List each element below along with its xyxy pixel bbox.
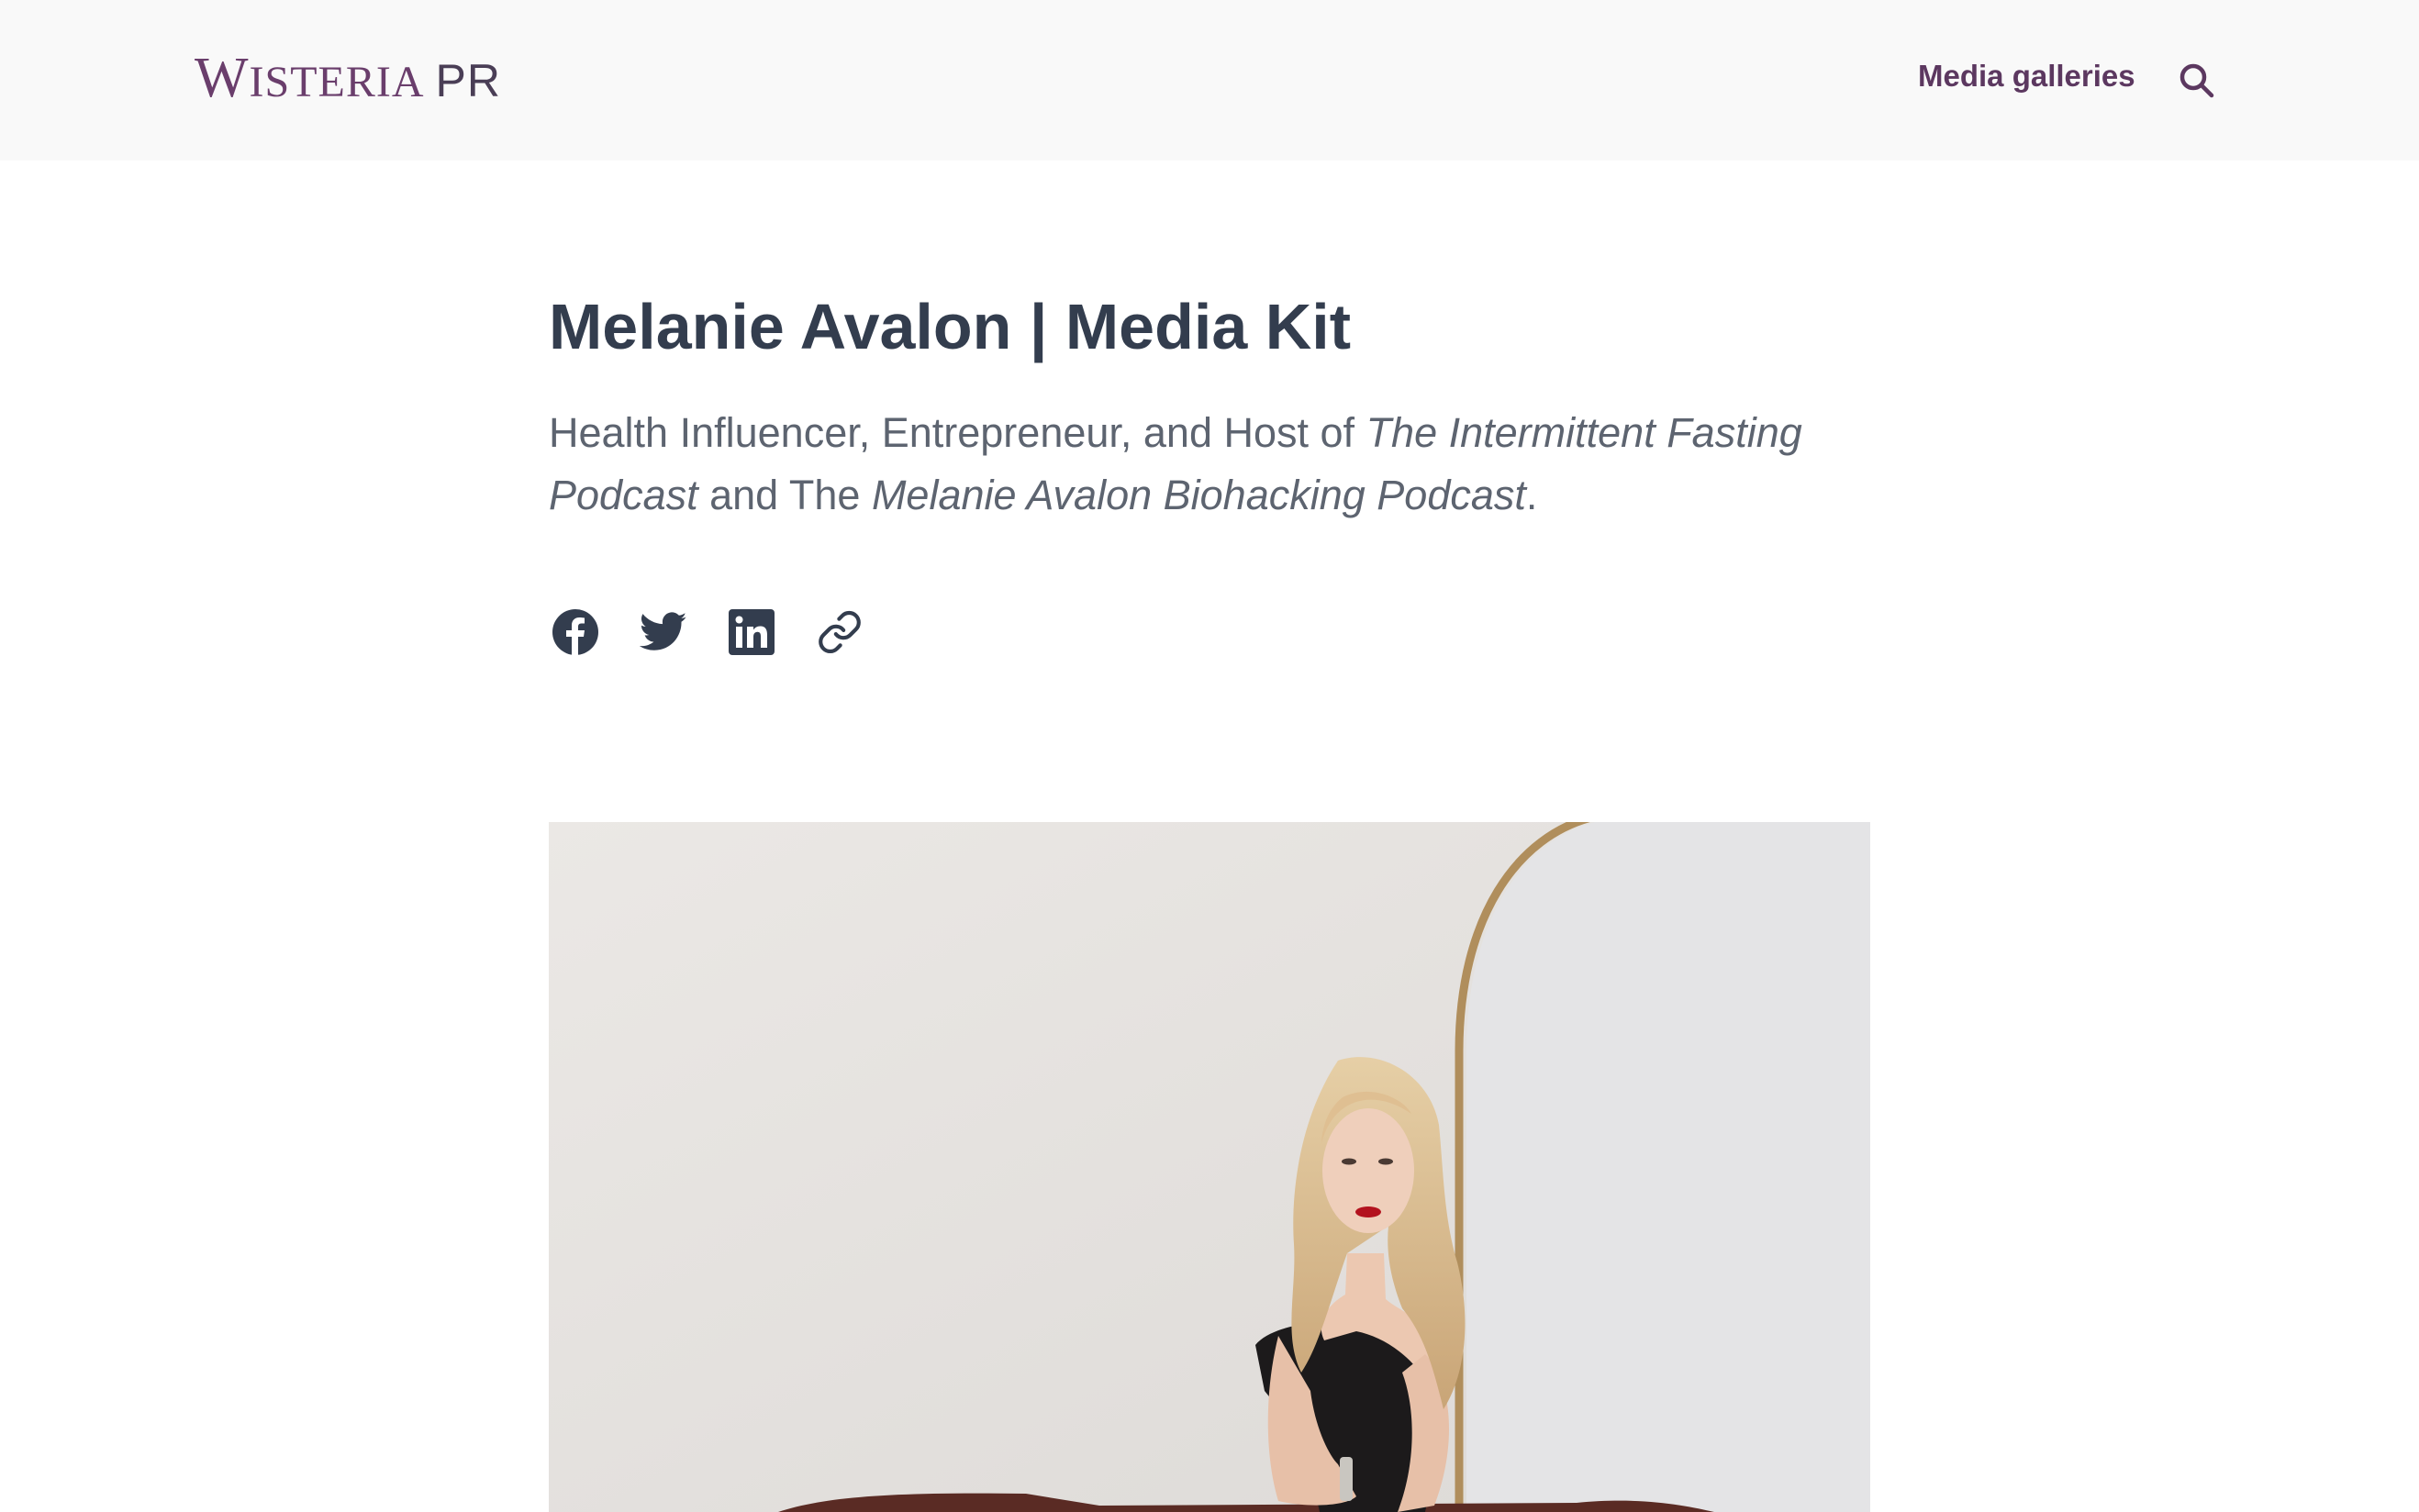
link-icon [819, 610, 861, 654]
copy-link-button[interactable] [813, 606, 866, 659]
hero-image [549, 822, 1870, 1512]
linkedin-icon [729, 609, 775, 655]
share-facebook-button[interactable] [549, 606, 602, 659]
twitter-icon [640, 612, 687, 650]
facebook-icon [552, 609, 598, 656]
podcast-title-mabp: Melanie Avalon Biohacking Podcast [871, 472, 1526, 518]
search-button[interactable] [2177, 61, 2217, 101]
nav-media-galleries[interactable]: Media galleries [1918, 59, 2135, 94]
subtitle-text: Health Influencer, Entrepreneur, and Hos… [549, 409, 1366, 456]
share-links [549, 606, 866, 659]
subtitle-text: . [1525, 472, 1538, 518]
logo-suffix: PR [435, 55, 501, 106]
site-header: W ISTERIA PR Media galleries [0, 0, 2419, 161]
share-twitter-button[interactable] [637, 606, 690, 659]
portrait-photo [549, 822, 1870, 1512]
page-subtitle: Health Influencer, Entrepreneur, and Hos… [549, 402, 1889, 527]
share-linkedin-button[interactable] [725, 606, 778, 659]
site-logo[interactable]: W ISTERIA PR [195, 46, 501, 110]
logo-text: ISTERIA [249, 58, 425, 106]
logo-initial: W [195, 47, 250, 109]
search-icon [2179, 63, 2214, 98]
subtitle-text: and The [697, 472, 872, 518]
page-title: Melanie Avalon | Media Kit [549, 291, 1352, 362]
